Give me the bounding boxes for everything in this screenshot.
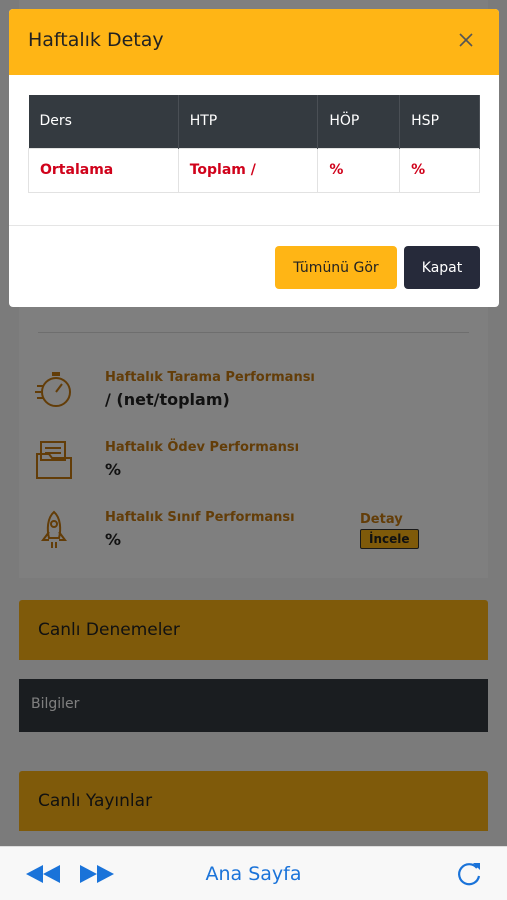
- close-icon[interactable]: [455, 29, 477, 51]
- home-link[interactable]: Ana Sayfa: [0, 863, 507, 885]
- table-row: Ortalama Toplam / % %: [28, 147, 480, 193]
- close-button[interactable]: Kapat: [404, 246, 480, 289]
- weekly-detail-modal: Haftalık Detay Ders HTP HÖP HSP Ortalama…: [9, 9, 499, 307]
- header-ders: Ders: [28, 95, 179, 148]
- modal-header: Haftalık Detay: [9, 9, 499, 75]
- modal-title: Haftalık Detay: [28, 29, 164, 51]
- detail-table: Ders HTP HÖP HSP Ortalama Toplam / % %: [28, 95, 480, 193]
- cell-hop: %: [317, 147, 401, 193]
- see-all-button[interactable]: Tümünü Gör: [275, 246, 397, 289]
- cell-average: Ortalama: [28, 147, 179, 193]
- bottom-toolbar: Ana Sayfa: [0, 846, 507, 900]
- header-hop: HÖP: [317, 95, 401, 148]
- modal-footer: Tümünü Gör Kapat: [9, 226, 499, 307]
- reload-icon[interactable]: [455, 860, 483, 888]
- table-header-row: Ders HTP HÖP HSP: [28, 95, 480, 148]
- modal-body: Ders HTP HÖP HSP Ortalama Toplam / % %: [9, 75, 499, 226]
- cell-hsp: %: [399, 147, 480, 193]
- header-htp: HTP: [178, 95, 319, 148]
- cell-total: Toplam /: [177, 147, 319, 193]
- header-hsp: HSP: [399, 95, 480, 148]
